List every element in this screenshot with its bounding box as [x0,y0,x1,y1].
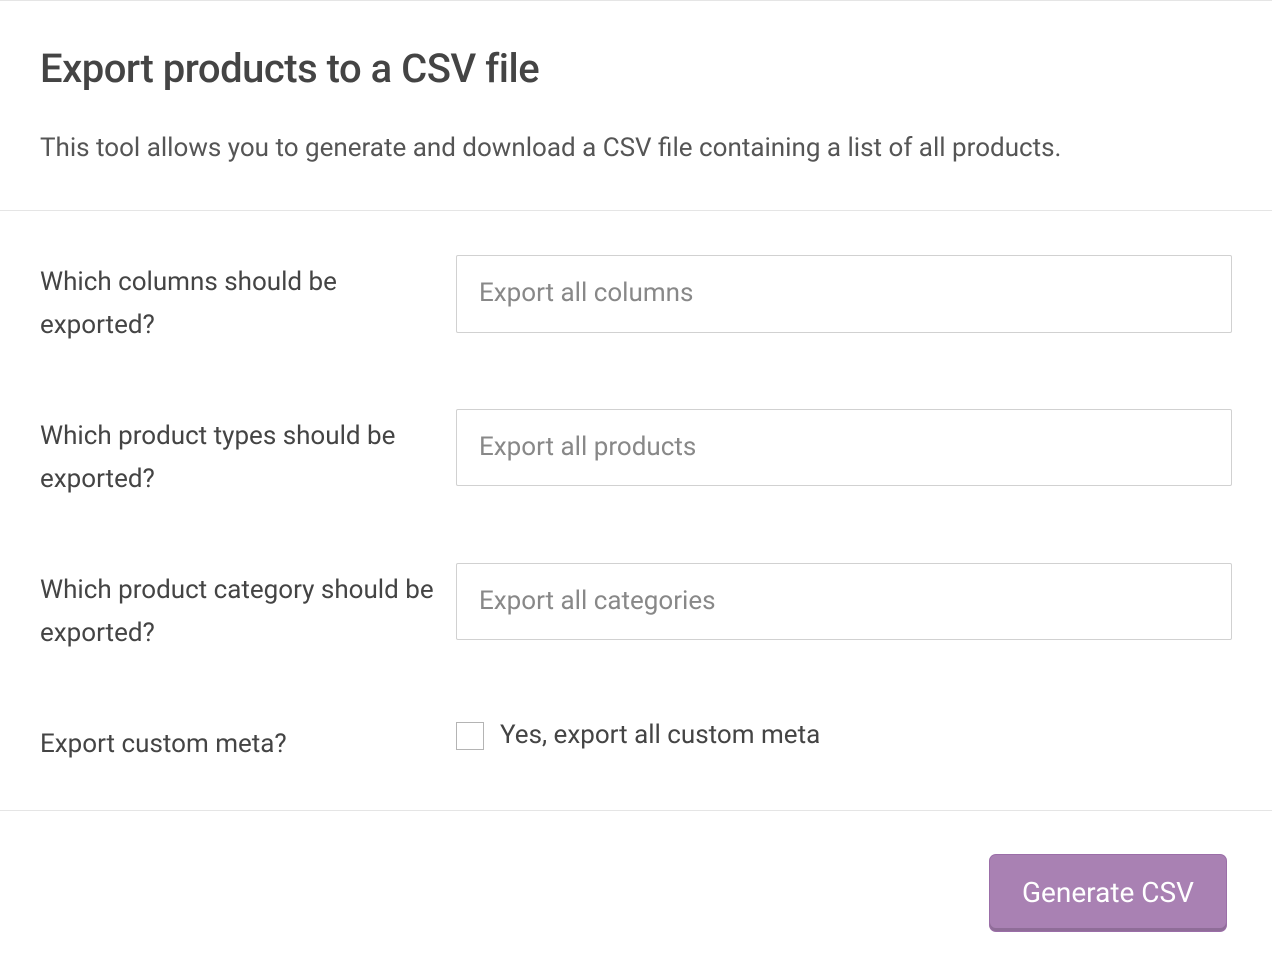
form-section: Which columns should be exported? Export… [0,211,1272,810]
custom-meta-checkbox-label[interactable]: Yes, export all custom meta [500,719,820,753]
footer-section: Generate CSV [0,811,1272,955]
form-row-category: Which product category should be exporte… [40,563,1232,655]
form-row-product-types: Which product types should be exported? … [40,409,1232,501]
generate-csv-button[interactable]: Generate CSV [990,855,1226,931]
page-title: Export products to a CSV file [40,45,1232,92]
columns-control: Export all columns [456,255,1232,332]
form-row-columns: Which columns should be exported? Export… [40,255,1232,347]
category-control: Export all categories [456,563,1232,640]
category-label: Which product category should be exporte… [40,563,456,655]
custom-meta-control: Yes, export all custom meta [456,717,1232,753]
product-types-control: Export all products [456,409,1232,486]
header-section: Export products to a CSV file This tool … [0,1,1272,211]
export-panel: Export products to a CSV file This tool … [0,0,1272,955]
columns-select[interactable]: Export all columns [456,255,1232,332]
category-select[interactable]: Export all categories [456,563,1232,640]
product-types-select[interactable]: Export all products [456,409,1232,486]
form-row-custom-meta: Export custom meta? Yes, export all cust… [40,717,1232,766]
custom-meta-checkbox[interactable] [456,722,484,750]
custom-meta-label: Export custom meta? [40,717,456,766]
columns-label: Which columns should be exported? [40,255,456,347]
page-description: This tool allows you to generate and dow… [40,130,1232,166]
product-types-label: Which product types should be exported? [40,409,456,501]
